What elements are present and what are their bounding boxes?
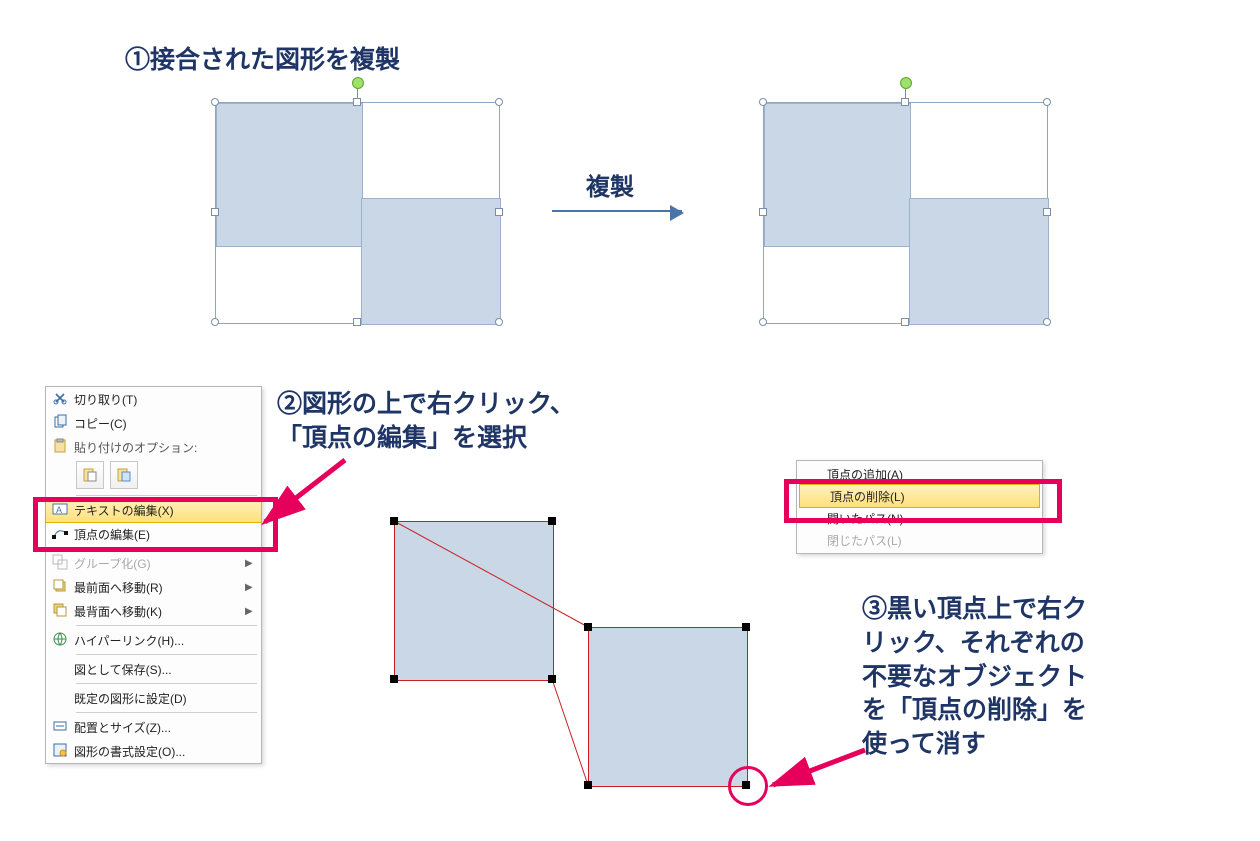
menu-item-save-as-picture[interactable]: 図として保存(S)...	[46, 657, 261, 681]
menu-item-bring-front[interactable]: 最前面へ移動(R) ▶	[46, 575, 261, 599]
menu-item-label: 図形の書式設定(O)...	[74, 743, 255, 760]
sel-handle[interactable]	[495, 318, 503, 326]
send-back-icon	[46, 602, 74, 621]
menu-item-paste-header: 貼り付けのオプション:	[46, 435, 261, 459]
source-shape-bounds	[215, 102, 500, 324]
highlight-box-context-menu	[33, 497, 278, 552]
menu-separator	[76, 625, 257, 626]
sel-handle[interactable]	[1043, 318, 1051, 326]
submenu-arrow-icon: ▶	[245, 606, 255, 617]
vertex-dot[interactable]	[390, 517, 398, 525]
vertex-dot[interactable]	[742, 623, 750, 631]
sel-handle[interactable]	[759, 318, 767, 326]
sel-handle[interactable]	[353, 98, 361, 106]
sel-handle[interactable]	[211, 98, 219, 106]
highlight-box-vertex-menu	[784, 479, 1062, 523]
menu-item-label: グループ化(G)	[74, 555, 245, 572]
copy-icon	[46, 414, 74, 433]
sel-handle[interactable]	[495, 98, 503, 106]
vertex-dot[interactable]	[584, 781, 592, 789]
menu-item-cut[interactable]: 切り取り(T)	[46, 387, 261, 411]
step1-heading: ①接合された図形を複製	[125, 44, 400, 78]
menu-item-group[interactable]: グループ化(G) ▶	[46, 551, 261, 575]
sel-handle[interactable]	[759, 98, 767, 106]
vertex-dot[interactable]	[390, 675, 398, 683]
source-shape-part-b	[361, 198, 501, 325]
group-icon	[46, 554, 74, 573]
menu-item-copy[interactable]: コピー(C)	[46, 411, 261, 435]
menu-separator	[76, 712, 257, 713]
menu-item-label: 図として保存(S)...	[74, 661, 255, 678]
scissors-icon	[46, 390, 74, 409]
menu-item-label: 切り取り(T)	[74, 391, 255, 408]
rotation-handle[interactable]	[900, 77, 912, 89]
sel-handle[interactable]	[1043, 208, 1051, 216]
duplicated-shape-part-b	[909, 198, 1049, 325]
menu-item-closed-path[interactable]: 閉じたパス(L)	[797, 529, 1042, 551]
duplicate-arrow	[552, 210, 682, 212]
menu-separator	[76, 495, 257, 496]
vertex-dot[interactable]	[548, 675, 556, 683]
clipboard-icon	[46, 438, 74, 457]
menu-item-label: 貼り付けのオプション:	[74, 439, 255, 456]
menu-item-label: コピー(C)	[74, 415, 255, 432]
sel-handle[interactable]	[1043, 98, 1051, 106]
vertex-dot[interactable]	[584, 623, 592, 631]
step3-heading: ③黒い頂点上で右ク リック、それぞれの 不要なオブジェクト を「頂点の削除」を …	[862, 593, 1087, 762]
sel-handle[interactable]	[901, 98, 909, 106]
paste-option-button[interactable]	[110, 461, 138, 489]
duplicated-shape-part-a	[764, 103, 911, 247]
submenu-arrow-icon: ▶	[245, 558, 255, 569]
sel-handle[interactable]	[211, 318, 219, 326]
step2-heading: ②図形の上で右クリック、 「頂点の編集」を選択	[277, 388, 575, 456]
menu-item-label: 配置とサイズ(Z)...	[74, 719, 255, 736]
sel-handle[interactable]	[211, 208, 219, 216]
pink-arrow-step2	[245, 450, 365, 550]
sel-handle[interactable]	[759, 208, 767, 216]
rotation-handle[interactable]	[352, 77, 364, 89]
menu-item-hyperlink[interactable]: ハイパーリンク(H)...	[46, 628, 261, 652]
duplicated-shape-bounds	[763, 102, 1048, 324]
submenu-arrow-icon: ▶	[245, 582, 255, 593]
paste-option-button[interactable]	[76, 461, 104, 489]
menu-separator	[76, 654, 257, 655]
source-shape-part-a	[216, 103, 363, 247]
menu-item-label: 最前面へ移動(R)	[74, 579, 245, 596]
sel-handle[interactable]	[495, 208, 503, 216]
vertex-dot[interactable]	[548, 517, 556, 525]
menu-item-format-shape[interactable]: 図形の書式設定(O)...	[46, 739, 261, 763]
duplicate-label: 複製	[586, 167, 634, 202]
pink-arrow-step3	[755, 740, 885, 810]
format-shape-icon	[46, 742, 74, 761]
menu-item-label: ハイパーリンク(H)...	[74, 632, 255, 649]
size-pos-icon	[46, 718, 74, 737]
bring-front-icon	[46, 578, 74, 597]
sel-handle[interactable]	[901, 318, 909, 326]
menu-item-set-default[interactable]: 既定の図形に設定(D)	[46, 686, 261, 710]
paste-options	[46, 459, 261, 493]
menu-item-label: 閉じたパス(L)	[827, 532, 902, 549]
menu-separator	[76, 683, 257, 684]
sel-handle[interactable]	[353, 318, 361, 326]
hyperlink-icon	[46, 631, 74, 650]
menu-item-label: 最背面へ移動(K)	[74, 603, 245, 620]
edit-points-connector	[394, 521, 754, 801]
menu-item-size-pos[interactable]: 配置とサイズ(Z)...	[46, 715, 261, 739]
shape-context-menu[interactable]: 切り取り(T) コピー(C) 貼り付けのオプション: A	[45, 386, 262, 764]
menu-item-send-back[interactable]: 最背面へ移動(K) ▶	[46, 599, 261, 623]
menu-item-label: 既定の図形に設定(D)	[74, 690, 255, 707]
